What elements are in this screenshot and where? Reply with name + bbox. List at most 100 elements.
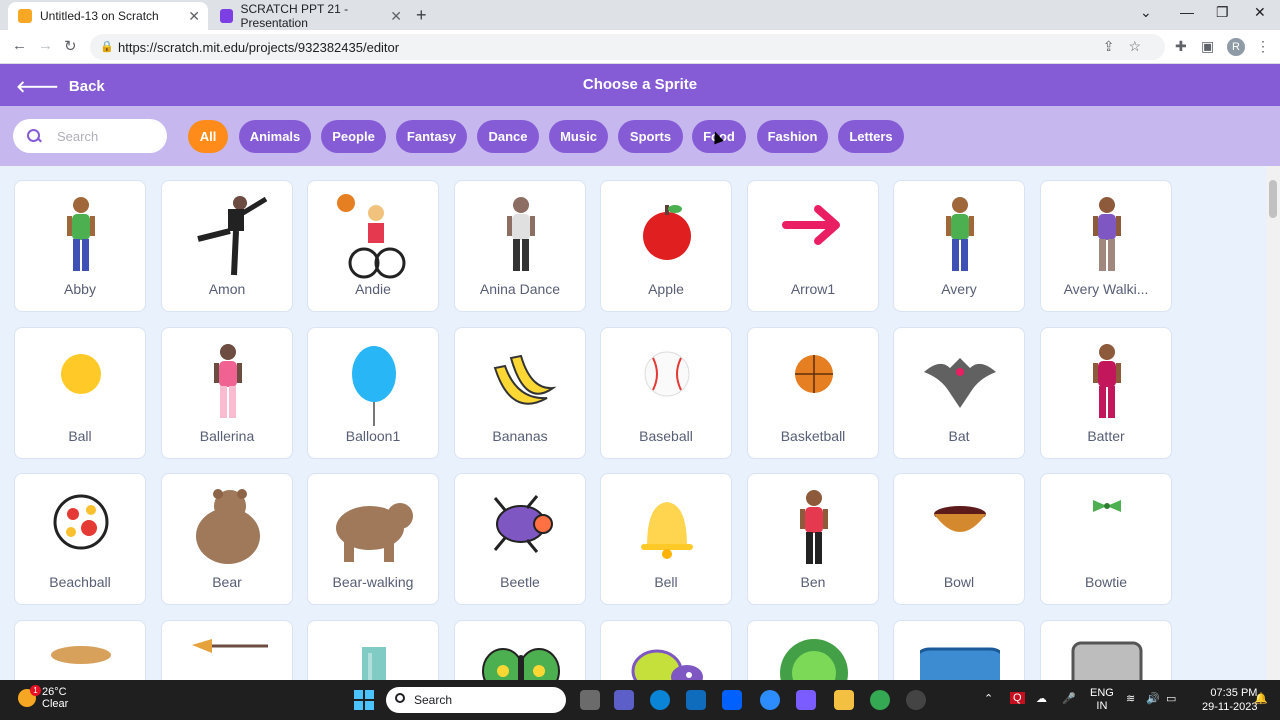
browser-tab-strip: Untitled-13 on Scratch ✕ SCRATCH PPT 21 …	[0, 0, 1280, 30]
tab-scratch[interactable]: Untitled-13 on Scratch ✕	[8, 2, 208, 30]
sprite-tile-ballerina[interactable]: Ballerina	[161, 327, 293, 459]
sprite-name: Basketball	[780, 428, 846, 444]
sprite-tile-apple[interactable]: Apple	[600, 180, 732, 312]
profile-avatar[interactable]: R	[1227, 38, 1245, 56]
sprite-tile-butterfly-creature[interactable]	[600, 620, 732, 680]
filter-chip-dance[interactable]: Dance	[477, 120, 539, 153]
extensions-icon[interactable]: ✚	[1175, 38, 1187, 55]
filter-chip-fashion[interactable]: Fashion	[757, 120, 828, 153]
filter-chip-people[interactable]: People	[321, 120, 386, 153]
back-nav-icon[interactable]: ←	[12, 37, 27, 54]
batter-icon	[1067, 338, 1147, 428]
close-tab-icon[interactable]: ✕	[188, 8, 200, 25]
share-star-icons[interactable]: ⇪☆	[1103, 38, 1155, 55]
sprite-tile-anina-dance[interactable]: Anina Dance	[454, 180, 586, 312]
sprite-tile-broom[interactable]	[161, 620, 293, 680]
filter-chip-fantasy[interactable]: Fantasy	[396, 120, 467, 153]
tab-search-chevron-icon[interactable]: ⌄	[1140, 4, 1152, 21]
start-button-icon[interactable]	[354, 690, 374, 710]
sidepanel-icon[interactable]: ▣	[1201, 38, 1214, 55]
button-blue-icon	[910, 631, 1010, 680]
url-field[interactable]: 🔒 https://scratch.mit.edu/projects/93238…	[90, 34, 1165, 60]
sprite-tile-bell[interactable]: Bell	[600, 473, 732, 605]
volume-icon[interactable]: 🔊	[1146, 692, 1160, 705]
sprite-tile-baseball[interactable]: Baseball	[600, 327, 732, 459]
filter-chip-animals[interactable]: Animals	[239, 120, 311, 153]
sprite-tile-balloon1[interactable]: Balloon1	[307, 327, 439, 459]
file-explorer-icon[interactable]	[834, 690, 854, 710]
tab-presentation[interactable]: SCRATCH PPT 21 - Presentation ✕	[210, 2, 410, 30]
wifi-icon[interactable]: ≋	[1126, 692, 1135, 705]
grid-scrollbar[interactable]	[1266, 166, 1280, 680]
sprite-tile-bear-walking[interactable]: Bear-walking	[307, 473, 439, 605]
new-tab-icon[interactable]: +	[416, 5, 427, 26]
scrollbar-thumb[interactable]	[1269, 180, 1277, 218]
video-editor-icon[interactable]	[796, 690, 816, 710]
boy-running-icon	[774, 484, 854, 574]
sprite-tile-arrow1[interactable]: Arrow1	[747, 180, 879, 312]
mail-icon[interactable]	[686, 690, 706, 710]
search-input[interactable]	[57, 128, 157, 144]
onedrive-icon[interactable]: ☁	[1036, 692, 1047, 705]
sprite-tile-bowtie[interactable]: Bowtie	[1040, 473, 1172, 605]
butterfly-icon	[481, 631, 561, 680]
search-box[interactable]	[13, 119, 167, 153]
q-app-icon[interactable]: Q	[1010, 692, 1025, 704]
sprite-tile-batter[interactable]: Batter	[1040, 327, 1172, 459]
sprite-tile-beetle[interactable]: Beetle	[454, 473, 586, 605]
button-green-icon	[774, 631, 854, 680]
system-clock[interactable]: 07:35 PM 29-11-2023	[1202, 686, 1257, 714]
task-view-icon[interactable]	[580, 690, 600, 710]
sprite-name: Beachball	[49, 574, 111, 590]
sprite-tile-andie[interactable]: Andie	[307, 180, 439, 312]
forward-nav-icon[interactable]: →	[38, 37, 53, 54]
arrow-icon	[774, 191, 854, 281]
sprite-tile-basketball[interactable]: Basketball	[747, 327, 879, 459]
menu-icon[interactable]: ⋮	[1256, 38, 1270, 55]
filter-chip-music[interactable]: Music	[549, 120, 608, 153]
tab-title: Untitled-13 on Scratch	[40, 9, 159, 23]
sprite-tile-bear[interactable]: Bear	[161, 473, 293, 605]
sprite-tile-bowl[interactable]: Bowl	[893, 473, 1025, 605]
sprite-tile-ball[interactable]: Ball	[14, 327, 146, 459]
sprite-tile-bananas[interactable]: Bananas	[454, 327, 586, 459]
woman-dancing-icon	[481, 191, 561, 281]
notifications-icon[interactable]: 🔔	[1254, 692, 1268, 705]
weather-widget[interactable]: 1 26°C Clear	[18, 685, 68, 710]
sprite-tile-building[interactable]	[307, 620, 439, 680]
window-close-icon[interactable]: ✕	[1254, 4, 1266, 21]
sprite-tile-bat[interactable]: Bat	[893, 327, 1025, 459]
sprite-tile-button-gray[interactable]	[1040, 620, 1172, 680]
reload-icon[interactable]: ↻	[64, 37, 77, 55]
sprite-tile-ben[interactable]: Ben	[747, 473, 879, 605]
obs-icon[interactable]	[906, 690, 926, 710]
edge-icon[interactable]	[650, 690, 670, 710]
battery-icon[interactable]: ▭	[1166, 692, 1176, 705]
close-tab-icon[interactable]: ✕	[390, 8, 402, 25]
sprite-name: Amon	[208, 281, 246, 297]
dropbox-icon[interactable]	[722, 690, 742, 710]
sprite-tile-butterfly[interactable]	[454, 620, 586, 680]
language-indicator[interactable]: ENG IN	[1090, 687, 1114, 713]
sprite-tile-avery-walki[interactable]: Avery Walki...	[1040, 180, 1172, 312]
filter-chip-all[interactable]: All	[188, 120, 228, 153]
windows-taskbar: 1 26°C Clear Search ⌃ Q ☁ 🎤 ENG IN ≋ 🔊 ▭…	[0, 680, 1280, 720]
teams-icon[interactable]	[614, 690, 634, 710]
sprite-tile-button-blue[interactable]	[893, 620, 1025, 680]
zoom-icon[interactable]	[760, 690, 780, 710]
taskbar-search[interactable]: Search	[386, 687, 566, 713]
sprite-tile-avery[interactable]: Avery	[893, 180, 1025, 312]
sprite-tile-beachball[interactable]: Beachball	[14, 473, 146, 605]
tray-overflow-icon[interactable]: ⌃	[984, 692, 993, 705]
filter-chip-sports[interactable]: Sports	[618, 120, 683, 153]
chrome-icon[interactable]	[870, 690, 890, 710]
sprite-tile-button-green[interactable]	[747, 620, 879, 680]
maximize-icon[interactable]: ❐	[1216, 4, 1229, 21]
minimize-icon[interactable]: —	[1180, 4, 1194, 20]
sprite-tile-abby[interactable]: Abby	[14, 180, 146, 312]
filter-chip-letters[interactable]: Letters	[838, 120, 904, 153]
sprite-tile-amon[interactable]: Amon	[161, 180, 293, 312]
sprite-tile-bread[interactable]	[14, 620, 146, 680]
microphone-icon[interactable]: 🎤	[1062, 692, 1076, 705]
library-header: 🡐 Back Choose a Sprite	[0, 64, 1280, 106]
